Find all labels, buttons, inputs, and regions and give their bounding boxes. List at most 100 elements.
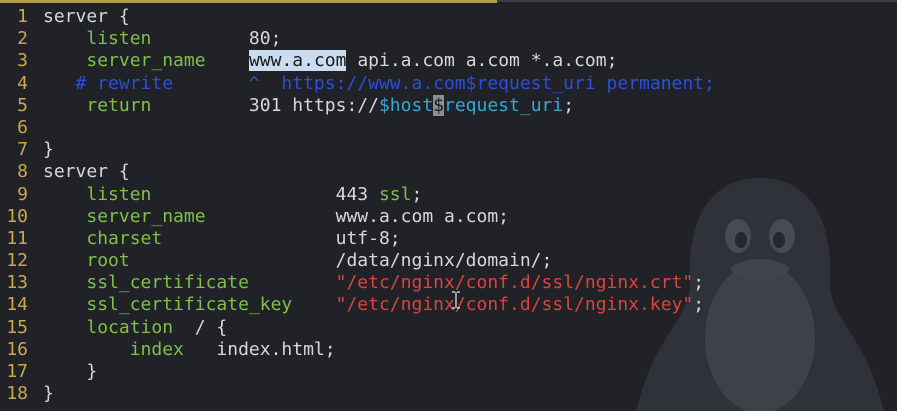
code-line[interactable]: 9 listen 443 ssl; (0, 183, 422, 206)
code-line[interactable]: 5 return 301 https://$host$request_uri; (0, 94, 574, 117)
directive-token: index (129, 338, 184, 360)
code-token: ; (693, 294, 705, 316)
selected-text: www.a.com (248, 50, 347, 72)
directive-token: ssl_certificate_key (86, 294, 293, 316)
code-token: /data/nginx/domain/; (129, 250, 553, 272)
code-line[interactable]: 10 server_name www.a.com a.com; (0, 205, 509, 228)
code-token: server { (43, 6, 130, 27)
code-token: index.html; (183, 338, 336, 360)
comment-token: # rewrite ^ https://www.a.com$request_ur… (43, 72, 715, 94)
code-token: } (43, 361, 98, 382)
code-line[interactable]: 4 # rewrite ^ https://www.a.com$request_… (0, 72, 715, 95)
line-number: 2 (17, 28, 28, 50)
variable-token: $host (378, 94, 434, 116)
code-line[interactable]: 15 location / { (0, 316, 227, 339)
line-number: 16 (6, 338, 28, 360)
line-code: ssl_certificate "/etc/nginx/conf.d/ssl/n… (43, 272, 704, 294)
code-token: 443 (151, 183, 379, 205)
string-token: "/etc/nginx/conf.d/ssl/nginx.key" (335, 294, 694, 316)
code-editor[interactable]: 1 server {2 listen 80; 3 server_name www.a… (0, 0, 897, 411)
line-number: 9 (17, 183, 28, 205)
code-line[interactable]: 18} (0, 383, 54, 405)
line-code: server { (43, 161, 130, 183)
line-code: server { (43, 6, 130, 28)
code-token: 301 https:// (151, 94, 379, 116)
code-token: api.a.com a.com *.a.com; (346, 50, 618, 72)
code-line[interactable]: 16 index index.html; (0, 338, 335, 361)
tab-bar-divider (497, 0, 897, 2)
code-line[interactable]: 7} (0, 139, 54, 161)
code-token: server { (43, 161, 130, 183)
line-number: 11 (6, 227, 28, 249)
line-number: 18 (6, 383, 28, 405)
line-code: } (43, 139, 54, 161)
line-code: server_name www.a.com api.a.com a.com *.… (43, 50, 617, 72)
line-number: 4 (17, 72, 28, 94)
line-number: 8 (17, 161, 28, 183)
code-line[interactable]: 6 (0, 117, 28, 139)
code-line[interactable]: 8 server { (0, 161, 130, 183)
directive-token: root (86, 250, 130, 272)
directive-token: listen (86, 28, 152, 50)
line-code: } (43, 383, 54, 405)
line-number: 15 (6, 316, 28, 338)
line-code: index index.html; (43, 339, 336, 361)
code-token: / { (173, 316, 228, 338)
directive-token: listen (86, 183, 152, 205)
text-cursor: $ (433, 94, 444, 116)
line-code: # rewrite ^ https://www.a.com$request_ur… (43, 73, 715, 95)
code-token: utf-8; (162, 227, 401, 249)
code-line[interactable]: 3 server_name www.a.com api.a.com a.com … (0, 50, 617, 72)
line-code: return 301 https://$host$request_uri; (43, 94, 575, 117)
code-line[interactable]: 13 ssl_certificate "/etc/nginx/conf.d/ss… (0, 272, 704, 294)
code-line[interactable]: 14 ssl_certificate_key "/etc/nginx/conf.… (0, 294, 704, 316)
code-line[interactable]: 2 listen 80; (0, 28, 281, 50)
directive-token: location (86, 316, 174, 338)
line-code: root /data/nginx/domain/; (43, 250, 552, 272)
code-line[interactable]: 1 server { (0, 6, 130, 28)
line-number: 6 (17, 116, 28, 138)
string-token: "/etc/nginx/conf.d/ssl/nginx.crt" (335, 272, 694, 294)
code-token: } (43, 139, 54, 161)
code-token: } (43, 383, 54, 405)
code-token: ; (563, 94, 575, 116)
line-code: ssl_certificate_key "/etc/nginx/conf.d/s… (43, 294, 704, 316)
line-number: 5 (17, 94, 28, 116)
directive-token: ssl_certificate (86, 272, 249, 294)
directive-token: return (86, 94, 152, 116)
line-code: listen 80; (43, 28, 281, 50)
code-line[interactable]: 11 charset utf-8; (0, 227, 400, 250)
directive-token: charset (86, 227, 163, 249)
line-number: 1 (17, 6, 28, 27)
variable-token: request_uri (444, 94, 564, 116)
code-line[interactable]: 12 root /data/nginx/domain/; (0, 250, 552, 272)
directive-token: server_name (86, 205, 206, 227)
line-number: 12 (6, 250, 28, 272)
directive-token: server_name (86, 50, 206, 72)
code-line[interactable]: 17 } (0, 361, 97, 383)
line-code: charset utf-8; (43, 227, 401, 250)
code-token: ; (693, 272, 705, 294)
line-code: location / { (43, 317, 227, 339)
line-number: 7 (17, 139, 28, 161)
line-number: 3 (17, 50, 28, 72)
code-lines[interactable]: 1 server {2 listen 80; 3 server_name www.a… (0, 6, 715, 405)
line-number: 10 (6, 205, 28, 227)
line-code: listen 443 ssl; (43, 184, 422, 206)
directive-token: ssl (378, 183, 412, 205)
line-code: server_name www.a.com a.com; (43, 206, 509, 228)
line-number: 14 (6, 294, 28, 316)
